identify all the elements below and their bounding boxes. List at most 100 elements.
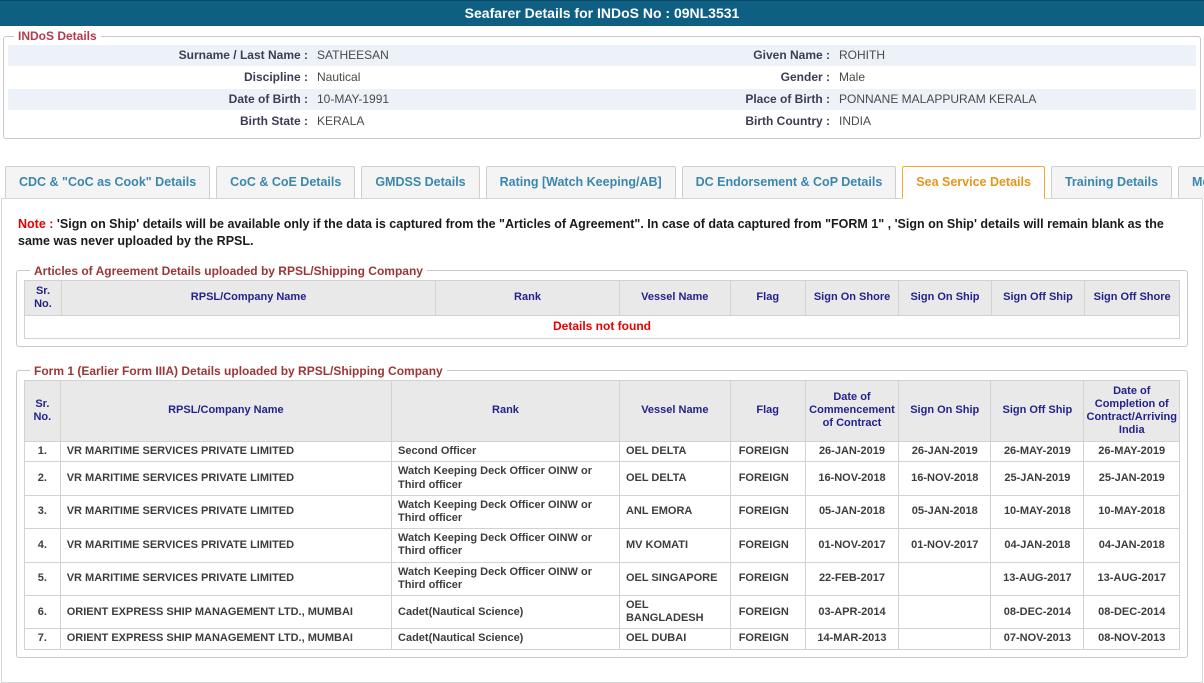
column-header: Sign On Shore: [805, 280, 899, 315]
table-row: 4.VR MARITIME SERVICES PRIVATE LIMITEDWa…: [25, 529, 1180, 562]
table-cell: VR MARITIME SERVICES PRIVATE LIMITED: [60, 442, 391, 462]
field-value: SATHEESAN: [308, 48, 598, 63]
table-cell: Watch Keeping Deck Officer OINW or Third…: [392, 462, 620, 495]
form1-table: Sr. No.RPSL/Company NameRankVessel NameF…: [24, 380, 1180, 650]
articles-legend: Articles of Agreement Details uploaded b…: [30, 264, 427, 278]
field-value: INDIA: [830, 114, 1196, 129]
table-cell: Second Officer: [392, 442, 620, 462]
table-cell: FOREIGN: [730, 562, 805, 595]
field-value: ROHITH: [830, 48, 1196, 63]
tab-dc-endorsement-cop-details[interactable]: DC Endorsement & CoP Details: [682, 166, 897, 198]
column-header: Flag: [730, 280, 805, 315]
note-label: Note :: [18, 217, 53, 231]
table-cell: 1.: [25, 442, 61, 462]
table-cell: 26-JAN-2019: [805, 442, 899, 462]
field-value: Male: [830, 70, 1196, 85]
indos-row: Birth State :KERALABirth Country :INDIA: [8, 110, 1196, 132]
table-cell: Cadet(Nautical Science): [392, 595, 620, 628]
table-cell: ORIENT EXPRESS SHIP MANAGEMENT LTD., MUM…: [60, 595, 391, 628]
field-label: Birth State :: [8, 114, 308, 129]
table-cell: ORIENT EXPRESS SHIP MANAGEMENT LTD., MUM…: [60, 629, 391, 649]
table-cell: 08-DEC-2014: [991, 595, 1084, 628]
content-panel: Note : 'Sign on Ship' details will be av…: [1, 198, 1203, 683]
field-value: 10-MAY-1991: [308, 92, 598, 107]
table-cell: FOREIGN: [730, 629, 805, 649]
table-cell: 16-NOV-2018: [805, 462, 899, 495]
form1-fieldset: Form 1 (Earlier Form IIIA) Details uploa…: [16, 364, 1188, 658]
table-row: 5.VR MARITIME SERVICES PRIVATE LIMITEDWa…: [25, 562, 1180, 595]
table-cell: 13-AUG-2017: [1084, 562, 1180, 595]
page-title: Seafarer Details for INDoS No : 09NL3531: [0, 0, 1204, 26]
column-header: Rank: [392, 380, 620, 442]
table-cell: 01-NOV-2017: [805, 529, 899, 562]
table-cell: OEL DELTA: [619, 442, 730, 462]
column-header: Sign Off Ship: [991, 280, 1085, 315]
column-header: Sign On Ship: [899, 280, 991, 315]
indos-row: Date of Birth :10-MAY-1991Place of Birth…: [8, 88, 1196, 110]
field-label: Gender :: [598, 70, 830, 85]
table-cell: FOREIGN: [730, 529, 805, 562]
articles-table: Sr. No.RPSL/Company NameRankVessel NameF…: [24, 280, 1180, 339]
table-row: 1.VR MARITIME SERVICES PRIVATE LIMITEDSe…: [25, 442, 1180, 462]
field-label: Given Name :: [598, 48, 830, 63]
tab-bar: CDC & "CoC as Cook" DetailsCoC & CoE Det…: [0, 166, 1204, 198]
empty-message: Details not found: [25, 316, 1180, 338]
header-row: Sr. No.RPSL/Company NameRankVessel NameF…: [25, 380, 1180, 442]
column-header: Date of Completion of Contract/Arriving …: [1084, 380, 1180, 442]
tab-training-details[interactable]: Training Details: [1051, 166, 1172, 198]
column-header: Sign Off Ship: [991, 380, 1084, 442]
table-cell: 05-JAN-2018: [805, 495, 899, 528]
field-label: Discipline :: [8, 70, 308, 85]
column-header: Vessel Name: [619, 280, 730, 315]
note-text: 'Sign on Ship' details will be available…: [18, 217, 1164, 248]
table-cell: 5.: [25, 562, 61, 595]
table-cell: 07-NOV-2013: [991, 629, 1084, 649]
column-header: Vessel Name: [619, 380, 730, 442]
table-cell: Watch Keeping Deck Officer OINW or Third…: [392, 562, 620, 595]
field-value: KERALA: [308, 114, 598, 129]
tab-cdc-coc-as-cook-details[interactable]: CDC & "CoC as Cook" Details: [5, 166, 210, 198]
column-header: Sign Off Shore: [1085, 280, 1180, 315]
table-cell: 10-MAY-2018: [991, 495, 1084, 528]
indos-details-fieldset: INDoS Details Surname / Last Name :SATHE…: [3, 29, 1201, 139]
table-cell: 04-JAN-2018: [1084, 529, 1180, 562]
note: Note : 'Sign on Ship' details will be av…: [18, 216, 1186, 250]
table-cell: 2.: [25, 462, 61, 495]
field-label: Birth Country :: [598, 114, 830, 129]
table-cell: VR MARITIME SERVICES PRIVATE LIMITED: [60, 495, 391, 528]
table-cell: 25-JAN-2019: [991, 462, 1084, 495]
column-header: RPSL/Company Name: [60, 380, 391, 442]
table-row: 2.VR MARITIME SERVICES PRIVATE LIMITEDWa…: [25, 462, 1180, 495]
column-header: Rank: [436, 280, 620, 315]
table-cell: FOREIGN: [730, 462, 805, 495]
tab-coc-coe-details[interactable]: CoC & CoE Details: [216, 166, 355, 198]
column-header: Date of Commencement of Contract: [805, 380, 899, 442]
table-cell: 6.: [25, 595, 61, 628]
table-cell: VR MARITIME SERVICES PRIVATE LIMITED: [60, 529, 391, 562]
column-header: Sr. No.: [25, 380, 61, 442]
table-cell: 13-AUG-2017: [991, 562, 1084, 595]
table-cell: 4.: [25, 529, 61, 562]
table-cell: 3.: [25, 495, 61, 528]
field-label: Place of Birth :: [598, 92, 830, 107]
tab-gmdss-details[interactable]: GMDSS Details: [361, 166, 479, 198]
table-cell: 01-NOV-2017: [899, 529, 991, 562]
header-row: Sr. No.RPSL/Company NameRankVessel NameF…: [25, 280, 1180, 315]
table-cell: 25-JAN-2019: [1084, 462, 1180, 495]
table-cell: Watch Keeping Deck Officer OINW or Third…: [392, 529, 620, 562]
table-cell: OEL BANGLADESH: [619, 595, 730, 628]
table-cell: 04-JAN-2018: [991, 529, 1084, 562]
indos-row: Discipline :NauticalGender :Male: [8, 66, 1196, 88]
form1-legend: Form 1 (Earlier Form IIIA) Details uploa…: [30, 364, 447, 378]
field-label: Surname / Last Name :: [8, 48, 308, 63]
table-row: 3.VR MARITIME SERVICES PRIVATE LIMITEDWa…: [25, 495, 1180, 528]
tab-medical-fitness-certificate[interactable]: Medical Fitness Certificate: [1178, 166, 1204, 198]
table-cell: 7.: [25, 629, 61, 649]
table-cell: 08-NOV-2013: [1084, 629, 1180, 649]
table-cell: VR MARITIME SERVICES PRIVATE LIMITED: [60, 462, 391, 495]
table-cell: Watch Keeping Deck Officer OINW or Third…: [392, 495, 620, 528]
column-header: Sr. No.: [25, 280, 62, 315]
tab-rating-watch-keeping-ab[interactable]: Rating [Watch Keeping/AB]: [486, 166, 676, 198]
tab-sea-service-details[interactable]: Sea Service Details: [902, 166, 1045, 199]
table-cell: FOREIGN: [730, 495, 805, 528]
